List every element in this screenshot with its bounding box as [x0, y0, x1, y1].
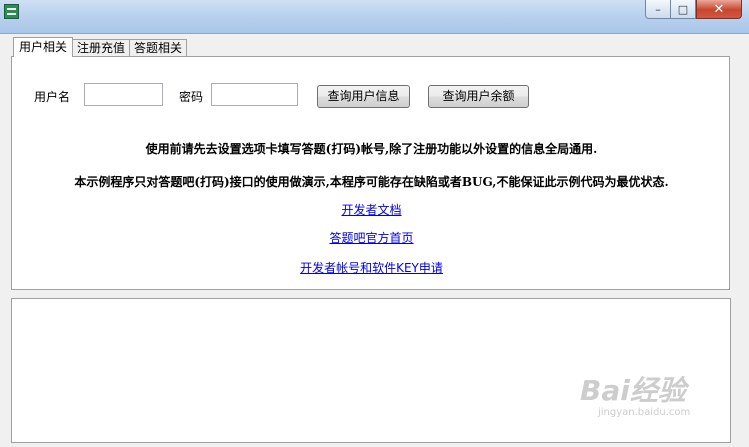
username-label: 用户名 — [34, 90, 71, 104]
username-input[interactable] — [84, 83, 163, 106]
link-developer-docs-row: 开发者文档 — [12, 201, 731, 218]
notice-settings: 使用前请先去设置选项卡填写答题(打码)帐号,除了注册功能以外设置的信息全局通用. — [145, 142, 598, 156]
maximize-icon: □ — [677, 2, 689, 16]
link-developer-key-apply[interactable]: 开发者帐号和软件KEY申请 — [300, 261, 443, 275]
watermark-brand: Bai经验 — [580, 374, 686, 407]
minimize-icon: – — [655, 2, 661, 16]
password-input[interactable] — [211, 83, 298, 106]
tab-register-recharge[interactable]: 注册充值 — [72, 39, 131, 57]
password-label: 密码 — [179, 90, 204, 104]
notice-disclaimer: 本示例程序只对答题吧(打码)接口的使用做演示,本程序可能存在缺陷或者BUG,不能… — [74, 175, 669, 189]
tab-panel-user: 用户名 密码 查询用户信息 查询用户余额 使用前请先去设置选项卡填写答题(打码)… — [11, 56, 730, 290]
title-bar: – □ ✕ — [0, 0, 749, 34]
link-key-apply-row: 开发者帐号和软件KEY申请 — [12, 259, 731, 276]
maximize-button[interactable]: □ — [670, 0, 696, 19]
link-homepage-row: 答题吧官方首页 — [12, 229, 731, 246]
minimize-button[interactable]: – — [645, 0, 671, 19]
tab-answer[interactable]: 答题相关 — [129, 39, 188, 57]
link-official-homepage[interactable]: 答题吧官方首页 — [329, 231, 413, 245]
close-icon: ✕ — [713, 1, 725, 17]
app-icon — [4, 4, 19, 19]
link-developer-docs[interactable]: 开发者文档 — [341, 203, 401, 217]
watermark-url: jingyan.baidu.com — [598, 407, 691, 418]
baidu-jingyan-watermark: Bai经验 jingyan.baidu.com — [580, 375, 730, 430]
tab-strip: 用户相关 注册充值 答题相关 — [13, 37, 188, 57]
query-user-info-button[interactable]: 查询用户信息 — [317, 85, 410, 108]
query-user-balance-button[interactable]: 查询用户余额 — [428, 85, 529, 108]
tab-user[interactable]: 用户相关 — [13, 37, 74, 57]
close-button[interactable]: ✕ — [696, 0, 742, 19]
